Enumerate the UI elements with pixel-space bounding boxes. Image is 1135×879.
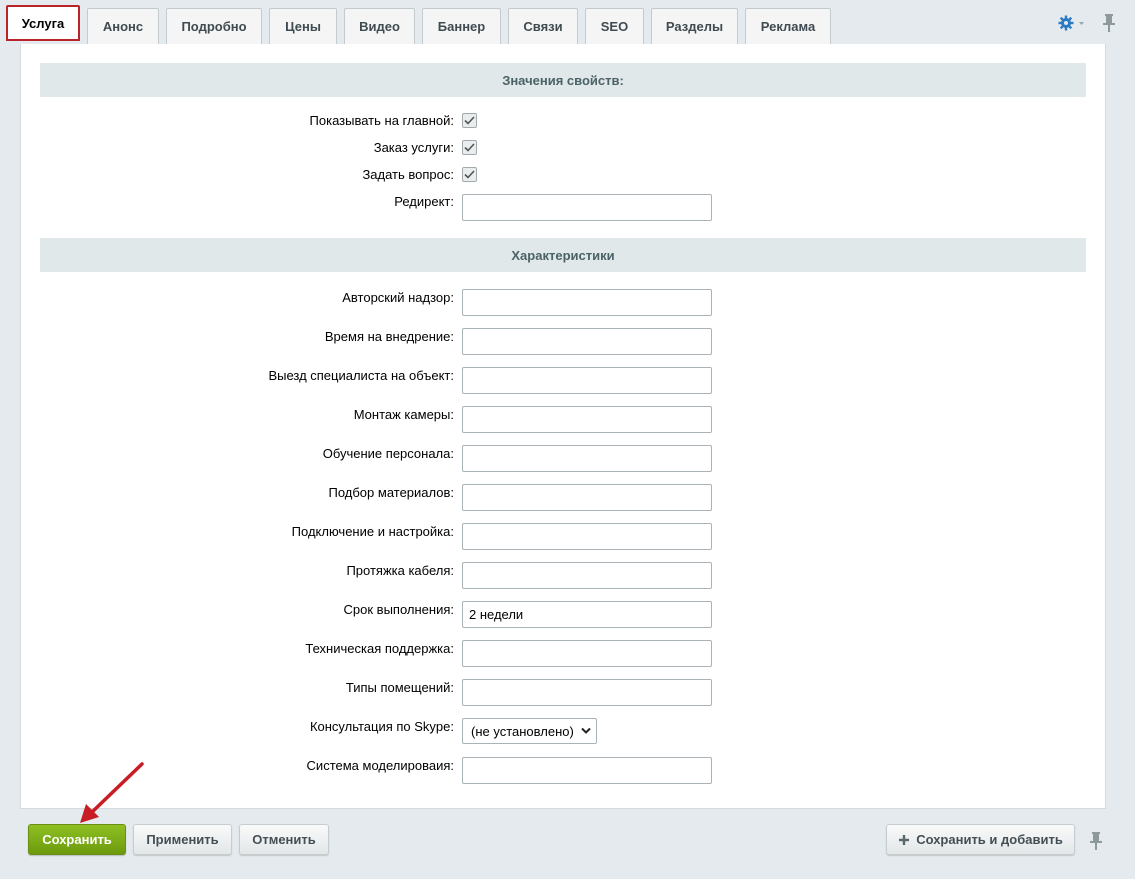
tab-details[interactable]: Подробно (166, 8, 262, 44)
materials-selection-input[interactable] (462, 484, 712, 511)
label-author-supervision: Авторский надзор: (342, 290, 454, 305)
tab-bar: Услуга Анонс Подробно Цены Видео Баннер … (0, 0, 1135, 48)
tab-seo[interactable]: SEO (585, 8, 644, 44)
skype-consultation-select[interactable]: (не установлено) (462, 718, 597, 744)
pin-icon[interactable] (1101, 13, 1117, 33)
checkmark-icon (464, 143, 475, 152)
redirect-input[interactable] (462, 194, 712, 221)
label-skype-consultation: Консультация по Skype: (309, 719, 454, 734)
label-camera-mounting: Монтаж камеры: (353, 407, 454, 422)
tab-service[interactable]: Услуга (6, 5, 80, 41)
pin-icon[interactable] (1088, 831, 1104, 851)
label-redirect: Редирект: (394, 194, 454, 209)
save-button[interactable]: Сохранить (28, 824, 126, 855)
checkbox-ask-question[interactable] (462, 167, 477, 182)
camera-mounting-input[interactable] (462, 406, 712, 433)
tab-announce[interactable]: Анонс (87, 8, 159, 44)
label-materials-selection: Подбор материалов: (328, 485, 454, 500)
checkmark-icon (464, 116, 475, 125)
label-cable-laying: Протяжка кабеля: (346, 563, 454, 578)
select-value: (не установлено) (471, 723, 574, 739)
term-input[interactable]: 2 недели (462, 601, 712, 628)
save-and-add-button[interactable]: Сохранить и добавить (886, 824, 1075, 855)
section-header-characteristics: Характеристики (40, 238, 1086, 272)
tech-support-input[interactable] (462, 640, 712, 667)
connection-setup-input[interactable] (462, 523, 712, 550)
tab-links[interactable]: Связи (508, 8, 578, 44)
specialist-visit-input[interactable] (462, 367, 712, 394)
tab-video[interactable]: Видео (344, 8, 415, 44)
author-supervision-input[interactable] (462, 289, 712, 316)
label-modeling-system: Система моделироваия: (306, 758, 454, 773)
chevron-down-icon (581, 727, 591, 734)
checkmark-icon (464, 170, 475, 179)
apply-button[interactable]: Применить (133, 824, 232, 855)
label-order-service: Заказ услуги: (373, 140, 454, 155)
tab-prices[interactable]: Цены (269, 8, 337, 44)
label-implementation-time: Время на внедрение: (324, 329, 454, 344)
label-room-types: Типы помещений: (345, 680, 454, 695)
modeling-system-input[interactable] (462, 757, 712, 784)
tab-ads[interactable]: Реклама (745, 8, 831, 44)
plus-icon (899, 834, 910, 845)
checkbox-show-on-main[interactable] (462, 113, 477, 128)
save-and-add-label: Сохранить и добавить (916, 832, 1063, 847)
annotation-arrow-icon (80, 762, 144, 823)
checkbox-order-service[interactable] (462, 140, 477, 155)
label-connection-setup: Подключение и настройка: (291, 524, 454, 539)
label-show-on-main: Показывать на главной: (309, 113, 454, 128)
tab-banner[interactable]: Баннер (422, 8, 501, 44)
label-ask-question: Задать вопрос: (362, 167, 454, 182)
tab-sections[interactable]: Разделы (651, 8, 738, 44)
label-tech-support: Техническая поддержка: (305, 641, 454, 656)
cable-laying-input[interactable] (462, 562, 712, 589)
staff-training-input[interactable] (462, 445, 712, 472)
label-staff-training: Обучение персонала: (322, 446, 454, 461)
label-term: Срок выполнения: (343, 602, 454, 617)
room-types-input[interactable] (462, 679, 712, 706)
section-header-properties: Значения свойств: (40, 63, 1086, 97)
implementation-time-input[interactable] (462, 328, 712, 355)
cancel-button[interactable]: Отменить (239, 824, 329, 855)
settings-gear-icon[interactable] (1058, 14, 1086, 32)
label-specialist-visit: Выезд специалиста на объект: (268, 368, 454, 383)
